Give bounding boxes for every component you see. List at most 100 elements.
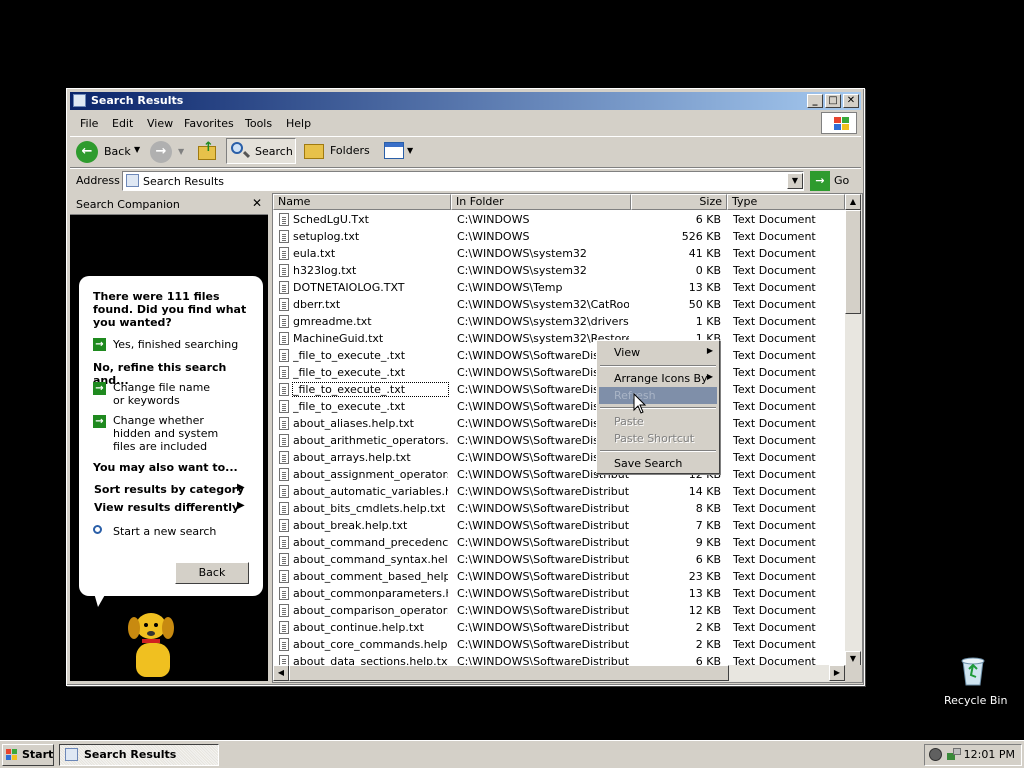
table-row[interactable]: about_commonparameters.he... C:\WINDOWS\S… — [273, 585, 845, 602]
table-row[interactable]: about_comparison_operators.... C:\WINDOWS… — [273, 602, 845, 619]
folders-button[interactable]: Folders — [302, 140, 372, 162]
table-row[interactable]: about_arithmetic_operators.h...C:\WINDOW… — [273, 432, 845, 449]
type-cell: Text Document — [733, 502, 816, 515]
table-row[interactable]: about_command_syntax.help.... C:\WINDOWS\… — [273, 551, 845, 568]
forward-dropdown-icon[interactable]: ▼ — [178, 147, 184, 156]
sort-results-link[interactable]: Sort results by category ▶ — [79, 482, 263, 498]
file-name-cell: about_bits_cmdlets.help.txt — [293, 502, 446, 515]
table-row[interactable]: about_comment_based_help.... C:\WINDOWS\S… — [273, 568, 845, 585]
file-name-cell: about_break.help.txt — [293, 519, 408, 532]
taskbar-item-search-results[interactable]: Search Results — [59, 744, 219, 766]
table-row[interactable]: MachineGuid.txt C:\WINDOWS\system32\Resto… — [273, 330, 845, 347]
menu-tools[interactable]: Tools — [245, 117, 272, 130]
file-name-cell: dberr.txt — [293, 298, 341, 311]
submenu-arrow-icon: ▶ — [706, 346, 713, 355]
start-button[interactable]: Start — [2, 744, 54, 766]
forward-button[interactable]: → — [150, 141, 172, 163]
address-field[interactable]: Search Results ▼ — [122, 171, 804, 191]
horizontal-scroll-thumb[interactable] — [289, 665, 729, 681]
toolbar: ← Back ▼ → ▼ ↑ Search Folders ▼ — [70, 136, 861, 168]
table-row[interactable]: gmreadme.txt C:\WINDOWS\system32\drivers 1… — [273, 313, 845, 330]
menu-item-refresh[interactable]: Refresh — [599, 387, 717, 404]
go-button[interactable]: → Go — [810, 171, 858, 191]
table-row[interactable]: _file_to_execute_.txt C:\WINDOWS\Software… — [273, 347, 845, 364]
table-row[interactable]: about_assignment_operators....C:\WINDOWS… — [273, 466, 845, 483]
search-button[interactable]: Search — [226, 138, 296, 164]
table-row[interactable]: about_automatic_variables.h... C:\WINDOWS… — [273, 483, 845, 500]
window-title: Search Results — [91, 94, 184, 107]
column-header-name[interactable]: Name — [273, 194, 451, 210]
table-row[interactable]: eula.txt C:\WINDOWS\system32 41 KB Text Doc… — [273, 245, 845, 262]
pane-close-icon[interactable]: ✕ — [252, 196, 262, 210]
menu-edit[interactable]: Edit — [112, 117, 133, 130]
menu-item-paste: Paste — [614, 415, 644, 428]
vertical-scrollbar[interactable]: ▲ ▼ — [845, 194, 862, 667]
arrow-right-icon: ▶ — [237, 500, 245, 511]
column-header-in-folder[interactable]: In Folder — [451, 194, 631, 210]
column-header-type[interactable]: Type — [727, 194, 845, 210]
text-file-icon — [279, 434, 289, 447]
table-row[interactable]: about_arrays.help.txt C:\WINDOWS\Software… — [273, 449, 845, 466]
table-row[interactable]: about_command_precedence.... C:\WINDOWS\S… — [273, 534, 845, 551]
text-file-icon — [279, 332, 289, 345]
back-button[interactable]: ← Back ▼ — [74, 140, 154, 164]
scroll-up-button[interactable]: ▲ — [845, 194, 861, 210]
table-row[interactable]: DOTNETAIOLOG.TXT C:\WINDOWS\Temp 13 KB Text… — [273, 279, 845, 296]
scroll-thumb[interactable] — [845, 210, 861, 314]
scroll-right-button[interactable]: ▶ — [829, 665, 845, 681]
search-icon — [231, 142, 243, 154]
table-row[interactable]: SchedLgU.Txt C:\WINDOWS 6 KB Text Document — [273, 211, 845, 228]
in-folder-cell: C:\WINDOWS\system32 — [457, 264, 587, 277]
size-cell: 12 KB — [688, 604, 721, 617]
search-dog-icon[interactable] — [122, 611, 182, 679]
table-row[interactable]: _file_to_execute_.txt C:\WINDOWS\Software… — [273, 364, 845, 381]
table-row[interactable]: _file_to_execute_.txt C:\WINDOWS\Software… — [273, 398, 845, 415]
table-row[interactable]: about_break.help.txt C:\WINDOWS\SoftwareD… — [273, 517, 845, 534]
new-search-link[interactable]: Start a new search — [79, 524, 263, 540]
change-hidden-files-link[interactable]: → Change whether hidden and system files… — [79, 413, 263, 455]
title-bar[interactable]: Search Results _ □ ✕ — [70, 92, 861, 110]
table-row[interactable]: about_core_commands.help.txt C:\WINDOWS\S… — [273, 636, 845, 653]
tray-network-icon[interactable] — [947, 748, 961, 762]
file-name-cell: about_aliases.help.txt — [293, 417, 414, 430]
yes-finished-link[interactable]: → Yes, finished searching — [79, 336, 263, 352]
menu-separator — [600, 365, 716, 367]
table-row[interactable]: _file_to_execute_.txt C:\WINDOWS\Software… — [273, 381, 845, 398]
menu-view[interactable]: View — [147, 117, 173, 130]
view-results-link[interactable]: View results differently ▶ — [79, 500, 263, 516]
menu-item-save-search[interactable]: Save Search — [599, 455, 717, 472]
recycle-bin-desktop-icon[interactable]: Recycle Bin — [944, 655, 1008, 711]
maximize-button[interactable]: □ — [825, 94, 841, 108]
menu-item-arrange-icons-by[interactable]: Arrange Icons By ▶ — [599, 370, 717, 387]
address-dropdown-button[interactable]: ▼ — [787, 173, 803, 189]
table-row[interactable]: h323log.txt C:\WINDOWS\system32 0 KB Text D… — [273, 262, 845, 279]
close-button[interactable]: ✕ — [843, 94, 859, 108]
in-folder-cell: C:\WINDOWS\SoftwareDistribut... — [457, 519, 629, 532]
tray-clock-icon[interactable] — [929, 748, 942, 761]
recycle-bin-label: Recycle Bin — [944, 694, 1008, 707]
table-row[interactable]: setuplog.txt C:\WINDOWS 526 KB Text Documen… — [273, 228, 845, 245]
table-row[interactable]: about_continue.help.txt C:\WINDOWS\Softwa… — [273, 619, 845, 636]
up-folder-button[interactable]: ↑ — [196, 140, 218, 162]
menu-help[interactable]: Help — [286, 117, 311, 130]
companion-back-button[interactable]: Back — [175, 562, 249, 584]
windows-flag-icon — [6, 749, 18, 761]
horizontal-scrollbar[interactable]: ◀ ▶ — [273, 665, 845, 682]
menu-favorites[interactable]: Favorites — [184, 117, 234, 130]
minimize-button[interactable]: _ — [807, 94, 823, 108]
file-name-cell: gmreadme.txt — [293, 315, 372, 328]
column-header-size[interactable]: Size — [631, 194, 727, 210]
scroll-left-button[interactable]: ◀ — [273, 665, 289, 681]
windows-logo-icon — [821, 112, 857, 134]
change-file-name-link[interactable]: → Change file name or keywords — [79, 380, 263, 408]
text-file-icon — [279, 570, 289, 583]
menu-file[interactable]: File — [80, 117, 98, 130]
table-row[interactable]: dberr.txt C:\WINDOWS\system32\CatRoot2 50 … — [273, 296, 845, 313]
menu-item-view[interactable]: View ▶ — [599, 344, 717, 361]
back-dropdown-icon[interactable]: ▼ — [134, 145, 140, 154]
views-button[interactable]: ▼ — [382, 140, 416, 162]
table-row[interactable]: about_aliases.help.txt C:\WINDOWS\Softwar… — [273, 415, 845, 432]
clock[interactable]: 12:01 PM — [964, 748, 1015, 761]
table-row[interactable]: about_bits_cmdlets.help.txt C:\WINDOWS\So… — [273, 500, 845, 517]
results-list[interactable]: Name In Folder Size Type SchedLgU.Txt C:\… — [272, 193, 863, 683]
